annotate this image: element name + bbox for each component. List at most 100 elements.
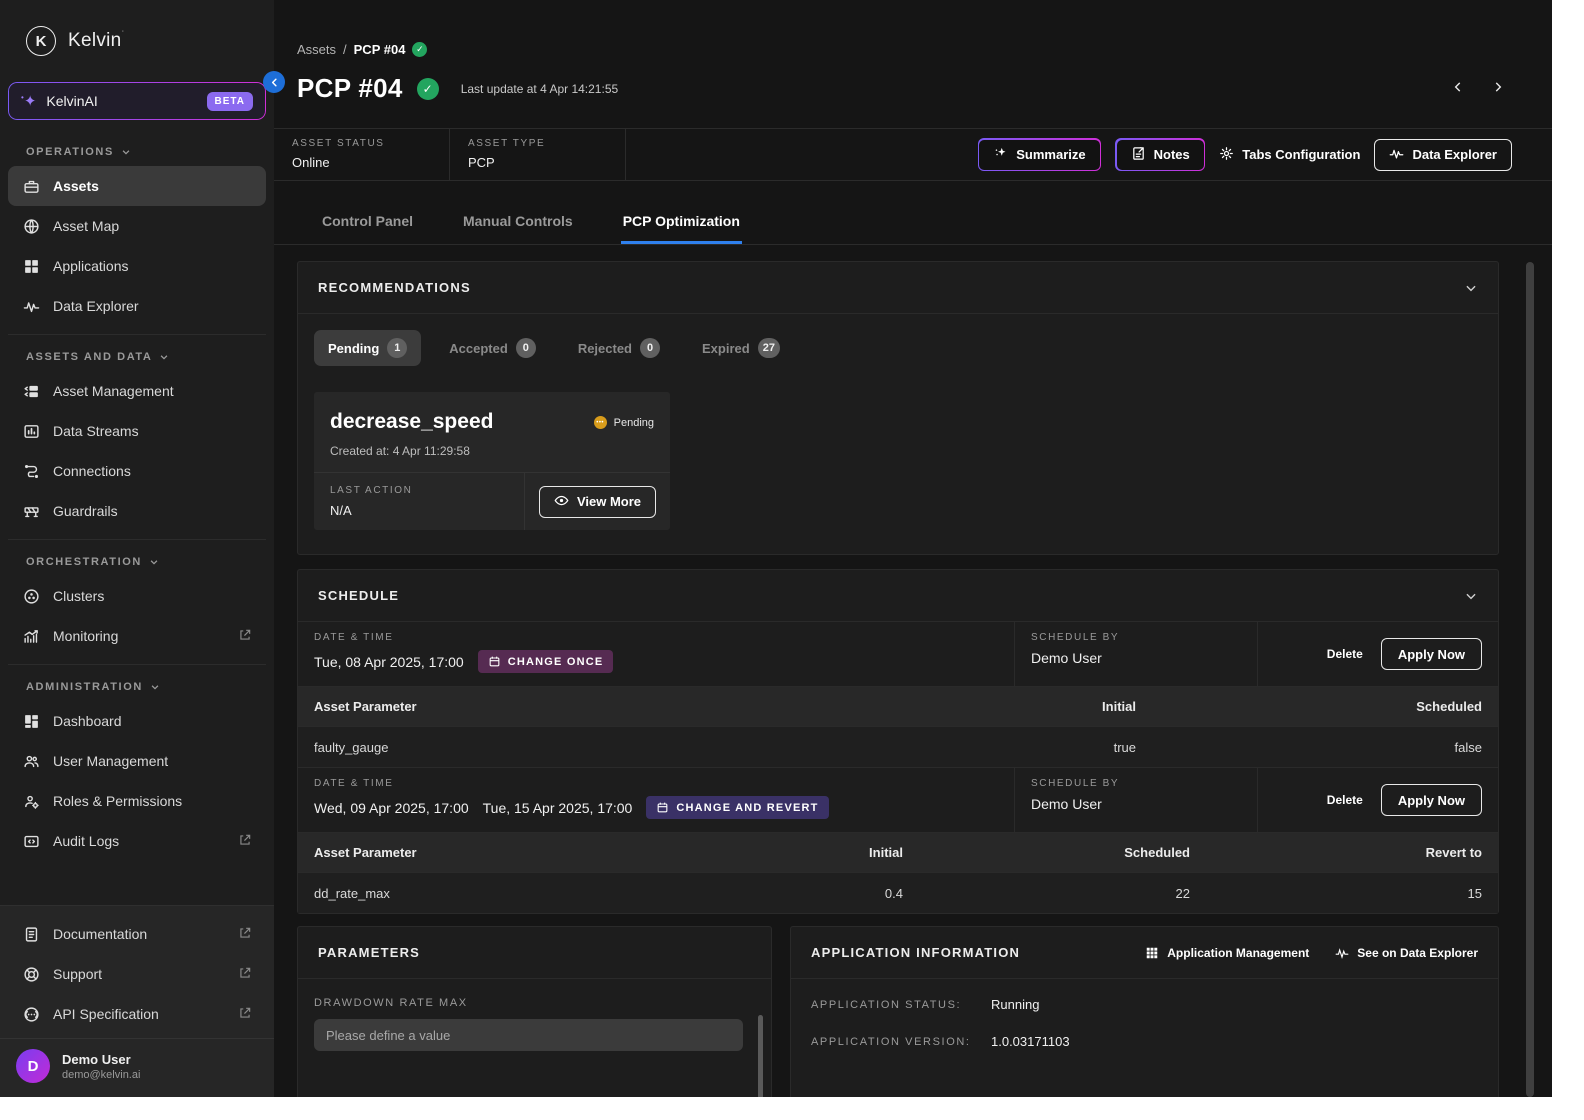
schedule-datetime-field: DATE & TIME Wed, 09 Apr 2025, 17:00 Tue,… — [298, 768, 1014, 832]
recommendations-header: RECOMMENDATIONS — [298, 262, 1498, 313]
breadcrumb-current: PCP #04 — [354, 42, 406, 57]
section-header-operations[interactable]: OPERATIONS — [8, 136, 266, 166]
sidebar-item-guardrails[interactable]: Guardrails — [8, 491, 266, 531]
section-header-assets-and-data[interactable]: ASSETS AND DATA — [8, 341, 266, 371]
sidebar-item-documentation[interactable]: Documentation — [8, 914, 266, 954]
waveform-icon — [1389, 146, 1404, 164]
schedule-table-header: Asset Parameter Initial Scheduled Revert… — [298, 833, 1498, 873]
section-header-administration[interactable]: ADMINISTRATION — [8, 671, 266, 701]
sidebar-item-data-explorer[interactable]: Data Explorer — [8, 286, 266, 326]
nav-section-administration: ADMINISTRATION Dashboard User Management… — [8, 664, 266, 861]
briefcase-icon — [22, 177, 40, 195]
sidebar-item-assets[interactable]: Assets — [8, 166, 266, 206]
summarize-button[interactable]: Summarize — [979, 140, 1099, 170]
filter-rejected[interactable]: Rejected 0 — [564, 330, 674, 366]
nav-section-orchestration: ORCHESTRATION Clusters Monitoring — [8, 539, 266, 656]
user-menu[interactable]: D Demo User demo@kelvin.ai — [0, 1038, 274, 1097]
tab-control-panel[interactable]: Control Panel — [320, 207, 415, 244]
change-once-badge: CHANGE ONCE — [478, 650, 614, 673]
eye-icon — [554, 493, 569, 511]
waveform-icon — [22, 297, 40, 315]
sidebar-item-clusters[interactable]: Clusters — [8, 576, 266, 616]
route-icon — [22, 462, 40, 480]
sidebar-item-applications[interactable]: Applications — [8, 246, 266, 286]
chevron-down-icon — [1464, 281, 1478, 295]
collapse-schedule-button[interactable] — [1464, 589, 1478, 603]
user-name: Demo User — [62, 1052, 140, 1067]
data-explorer-button[interactable]: Data Explorer — [1374, 139, 1512, 171]
document-icon — [22, 925, 40, 943]
expired-count-badge: 27 — [758, 338, 780, 358]
application-information-title: APPLICATION INFORMATION — [811, 945, 1020, 960]
schedule-entry: DATE & TIME Tue, 08 Apr 2025, 17:00 CHAN… — [298, 621, 1498, 687]
parameters-scrollbar[interactable] — [758, 1015, 763, 1097]
barrier-icon — [22, 502, 40, 520]
chevron-down-icon — [150, 682, 160, 692]
filter-pending[interactable]: Pending 1 — [314, 330, 421, 366]
asset-management-icon — [22, 382, 40, 400]
beta-badge: BETA — [207, 92, 253, 111]
sidebar-item-api-specification[interactable]: API Specification — [8, 994, 266, 1034]
sidebar-item-monitoring[interactable]: Monitoring — [8, 616, 266, 656]
parameter-name: faulty_gauge — [298, 740, 732, 755]
parameter-initial: 0.4 — [619, 886, 919, 901]
schedule-header: SCHEDULE — [298, 570, 1498, 621]
tabs: Control Panel Manual Controls PCP Optimi… — [274, 207, 1552, 245]
breadcrumb-assets-link[interactable]: Assets — [297, 42, 336, 57]
title-row: PCP #04 ✓ Last update at 4 Apr 14:21:55 — [274, 57, 1552, 104]
sidebar-item-asset-management[interactable]: Asset Management — [8, 371, 266, 411]
chevron-down-icon — [159, 352, 169, 362]
sidebar-item-asset-map[interactable]: Asset Map — [8, 206, 266, 246]
application-management-link[interactable]: Application Management — [1145, 946, 1309, 960]
kelvin-logo: K Kelvin˙ — [0, 0, 274, 74]
prev-asset-button[interactable] — [1449, 78, 1467, 99]
users-icon — [22, 752, 40, 770]
external-link-icon — [238, 966, 252, 983]
see-on-data-explorer-link[interactable]: See on Data Explorer — [1335, 946, 1478, 960]
apply-now-button[interactable]: Apply Now — [1381, 784, 1482, 816]
parameter-name: dd_rate_max — [298, 886, 619, 901]
sidebar-item-data-streams[interactable]: Data Streams — [8, 411, 266, 451]
sidebar-item-dashboard[interactable]: Dashboard — [8, 701, 266, 741]
chevron-down-icon — [121, 147, 131, 157]
sidebar-item-connections[interactable]: Connections — [8, 451, 266, 491]
asset-status-value: Online — [292, 155, 449, 170]
notes-button[interactable]: Notes — [1117, 140, 1204, 170]
kelvin-logo-text: Kelvin˙ — [68, 30, 125, 52]
filter-expired[interactable]: Expired 27 — [688, 330, 794, 366]
next-asset-button[interactable] — [1489, 78, 1507, 99]
drawdown-rate-max-input[interactable] — [314, 1019, 743, 1051]
apply-now-button[interactable]: Apply Now — [1381, 638, 1482, 670]
schedule-date: Wed, 09 Apr 2025, 17:00 — [314, 800, 469, 816]
recommendation-card: decrease_speed Pending Created at: 4 Apr… — [314, 392, 670, 530]
schedule-actions: Delete Apply Now — [1257, 768, 1498, 832]
external-link-icon — [238, 628, 252, 645]
filter-accepted[interactable]: Accepted 0 — [435, 330, 550, 366]
sidebar-item-user-management[interactable]: User Management — [8, 741, 266, 781]
delete-schedule-button[interactable]: Delete — [1327, 793, 1363, 807]
bar-chart-icon — [22, 422, 40, 440]
cluster-icon — [22, 587, 40, 605]
delete-schedule-button[interactable]: Delete — [1327, 647, 1363, 661]
view-more-button[interactable]: View More — [539, 486, 656, 518]
main-content: Assets / PCP #04 ✓ PCP #04 ✓ Last update… — [274, 0, 1552, 1097]
app-window: K Kelvin˙ •✦ KelvinAI BETA OPERATIONS As… — [0, 0, 1552, 1097]
application-information-panel: APPLICATION INFORMATION Application Mana… — [790, 926, 1499, 1097]
user-gear-icon — [22, 792, 40, 810]
page-title: PCP #04 — [297, 73, 403, 104]
application-status-row: APPLICATION STATUS: Running — [811, 997, 1478, 1012]
collapse-recommendations-button[interactable] — [1464, 281, 1478, 295]
sidebar-item-audit-logs[interactable]: Audit Logs — [8, 821, 266, 861]
tab-manual-controls[interactable]: Manual Controls — [461, 207, 575, 244]
tab-pcp-optimization[interactable]: PCP Optimization — [621, 207, 742, 244]
main-scrollbar[interactable] — [1526, 262, 1534, 1097]
grid-icon — [22, 257, 40, 275]
sidebar-collapse-button[interactable] — [263, 71, 285, 93]
status-actions: Summarize Notes Tabs Configuration Data … — [978, 129, 1552, 180]
sidebar-item-support[interactable]: Support — [8, 954, 266, 994]
section-header-orchestration[interactable]: ORCHESTRATION — [8, 546, 266, 576]
sidebar-item-roles-permissions[interactable]: Roles & Permissions — [8, 781, 266, 821]
tabs-configuration-button[interactable]: Tabs Configuration — [1219, 139, 1360, 171]
sidebar-item-kelvinai[interactable]: •✦ KelvinAI BETA — [8, 82, 266, 120]
code-box-icon — [22, 832, 40, 850]
